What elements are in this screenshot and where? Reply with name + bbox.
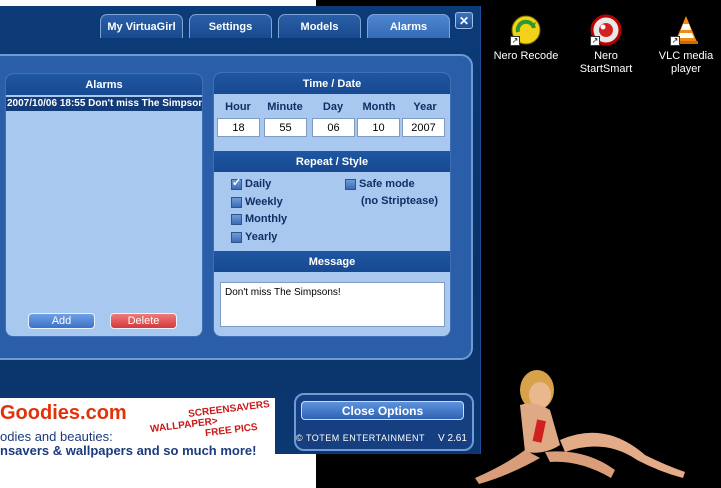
- alarms-panel: Alarms 2007/10/06 18:55 Don't miss The S…: [5, 73, 203, 337]
- alarms-panel-title: Alarms: [6, 74, 202, 95]
- desktop-icon-nero-recode[interactable]: ↗ Nero Recode: [487, 14, 565, 63]
- version-label: V 2.61: [438, 433, 467, 444]
- daily-checkbox[interactable]: [231, 176, 242, 190]
- message-textarea[interactable]: Don't miss The Simpsons!: [220, 282, 445, 327]
- monthly-label: Monthly: [245, 213, 288, 225]
- safe-mode-option[interactable]: Safe mode: [345, 178, 415, 190]
- weekly-checkbox[interactable]: [231, 196, 242, 208]
- desktop-icon-nero-startsmart[interactable]: ↗ Nero StartSmart: [567, 14, 645, 76]
- hour-field[interactable]: 18: [217, 118, 260, 137]
- alarm-details-panel: Time / Date Hour Minute Day Month Year 1…: [213, 72, 451, 337]
- close-options-button[interactable]: Close Options: [301, 401, 464, 420]
- vlc-icon: ↗: [670, 14, 702, 46]
- monthly-checkbox[interactable]: [231, 213, 242, 225]
- monthly-option[interactable]: Monthly: [231, 213, 287, 225]
- safe-mode-label: Safe mode: [359, 178, 415, 190]
- year-field[interactable]: 2007: [402, 118, 445, 137]
- desktop-icon-label: Nero Recode: [493, 50, 559, 62]
- tab-settings[interactable]: Settings: [189, 14, 272, 38]
- ad-subtitle: odies and beauties:: [0, 429, 113, 444]
- desktop-icon-label: Nero StartSmart: [579, 50, 633, 75]
- year-label: Year: [413, 101, 437, 113]
- safe-mode-note: (no Striptease): [361, 195, 439, 207]
- time-date-header: Time / Date: [214, 73, 450, 94]
- weekly-option[interactable]: Weekly: [231, 196, 283, 208]
- yearly-checkbox[interactable]: [231, 231, 242, 243]
- month-field[interactable]: 10: [357, 118, 400, 137]
- delete-alarm-button[interactable]: Delete: [110, 313, 177, 329]
- desktop-icon-vlc[interactable]: ↗ VLC media player: [647, 14, 721, 76]
- yearly-option[interactable]: Yearly: [231, 231, 277, 243]
- shortcut-arrow-icon: ↗: [590, 36, 600, 46]
- repeat-style-header: Repeat / Style: [214, 151, 450, 172]
- daily-label: Daily: [245, 178, 272, 190]
- ad-title: Goodies.com: [0, 402, 127, 424]
- brand-label: © TOTEM ENTERTAINMENT: [296, 433, 425, 443]
- goodies-ad-banner[interactable]: Goodies.com odies and beauties: nsavers …: [0, 398, 275, 460]
- nero-recode-icon: ↗: [510, 14, 542, 46]
- ad-tagline: nsavers & wallpapers and so much more!: [0, 443, 257, 458]
- yearly-label: Yearly: [245, 231, 278, 243]
- shortcut-arrow-icon: ↗: [670, 36, 680, 46]
- alarm-list-item[interactable]: 2007/10/06 18:55 Don't miss The Simpsons…: [6, 97, 202, 111]
- tab-models[interactable]: Models: [278, 14, 361, 38]
- close-icon[interactable]: ✕: [455, 12, 473, 29]
- day-field[interactable]: 06: [312, 118, 355, 137]
- virtuagirl-dancer-figure[interactable]: [465, 360, 695, 485]
- tab-alarms[interactable]: Alarms: [367, 14, 450, 38]
- tab-my-virtuagirl[interactable]: My VirtuaGirl: [100, 14, 183, 38]
- tab-bar: My VirtuaGirl Settings Models Alarms: [100, 14, 450, 38]
- weekly-label: Weekly: [245, 196, 283, 208]
- minute-label: Minute: [267, 101, 303, 113]
- nero-startsmart-icon: ↗: [590, 14, 622, 46]
- hour-label: Hour: [225, 101, 251, 113]
- month-label: Month: [362, 101, 396, 113]
- add-alarm-button[interactable]: Add: [28, 313, 95, 329]
- message-header: Message: [214, 251, 450, 272]
- minute-field[interactable]: 55: [264, 118, 307, 137]
- ad-tag-screensavers: SCREENSAVERS: [187, 399, 271, 420]
- day-label: Day: [322, 101, 344, 113]
- desktop-icon-label: VLC media player: [658, 50, 714, 75]
- safe-mode-checkbox[interactable]: [345, 178, 356, 190]
- shortcut-arrow-icon: ↗: [510, 36, 520, 46]
- daily-option[interactable]: Daily: [231, 176, 272, 190]
